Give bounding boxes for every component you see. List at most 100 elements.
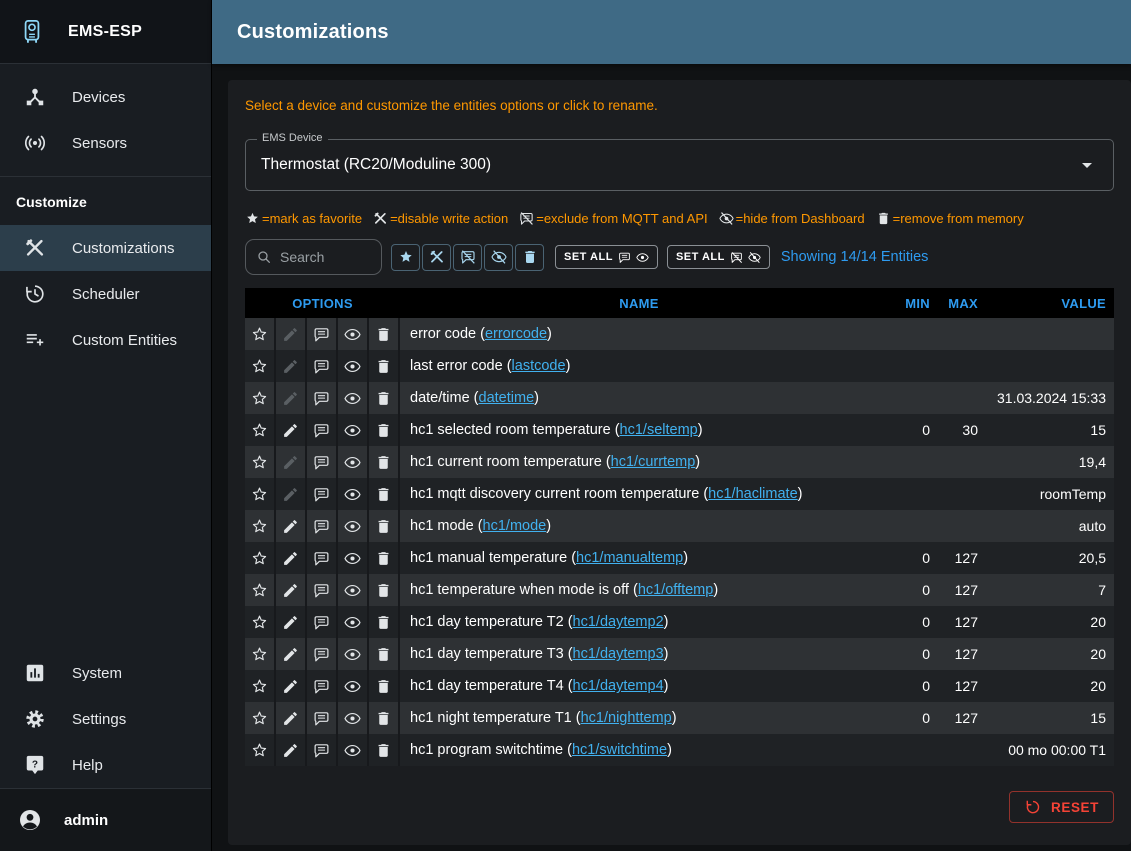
write-toggle[interactable] [276, 478, 307, 510]
write-toggle[interactable] [276, 414, 307, 446]
visibility-toggle[interactable] [338, 638, 369, 670]
entity-link[interactable]: hc1/switchtime [572, 742, 667, 758]
visibility-toggle[interactable] [338, 382, 369, 414]
delete-toggle[interactable] [369, 734, 400, 766]
entity-name[interactable]: error code (errorcode) [400, 326, 878, 342]
sidebar-item-settings[interactable]: Settings [0, 696, 211, 742]
write-toggle[interactable] [276, 446, 307, 478]
entity-name[interactable]: hc1 night temperature T1 (hc1/nighttemp) [400, 710, 878, 726]
entity-link[interactable]: hc1/offtemp [638, 582, 714, 598]
entity-name[interactable]: date/time (datetime) [400, 390, 878, 406]
mqtt-toggle[interactable] [307, 670, 338, 702]
entity-link[interactable]: datetime [479, 390, 535, 406]
favorite-toggle[interactable] [245, 446, 276, 478]
filter-favorite-button[interactable] [391, 244, 420, 271]
favorite-toggle[interactable] [245, 382, 276, 414]
sidebar-item-system[interactable]: System [0, 650, 211, 696]
entity-name[interactable]: last error code (lastcode) [400, 358, 878, 374]
delete-toggle[interactable] [369, 414, 400, 446]
delete-toggle[interactable] [369, 670, 400, 702]
write-toggle[interactable] [276, 734, 307, 766]
entity-link[interactable]: hc1/daytemp2 [573, 614, 664, 630]
sidebar-user-admin[interactable]: admin [0, 788, 211, 851]
entity-link[interactable]: errorcode [485, 326, 547, 342]
delete-toggle[interactable] [369, 350, 400, 382]
favorite-toggle[interactable] [245, 510, 276, 542]
mqtt-toggle[interactable] [307, 734, 338, 766]
write-toggle[interactable] [276, 574, 307, 606]
entity-link[interactable]: hc1/haclimate [708, 486, 797, 502]
sidebar-item-help[interactable]: Help [0, 742, 211, 788]
entity-name[interactable]: hc1 mode (hc1/mode) [400, 518, 878, 534]
entity-name[interactable]: hc1 day temperature T2 (hc1/daytemp2) [400, 614, 878, 630]
ems-device-select[interactable]: EMS Device Thermostat (RC20/Moduline 300… [245, 139, 1114, 191]
write-toggle[interactable] [276, 510, 307, 542]
visibility-toggle[interactable] [338, 574, 369, 606]
favorite-toggle[interactable] [245, 542, 276, 574]
filter-delete-button[interactable] [515, 244, 544, 271]
reset-button[interactable]: RESET [1009, 791, 1114, 823]
entity-name[interactable]: hc1 program switchtime (hc1/switchtime) [400, 742, 878, 758]
filter-write-button[interactable] [422, 244, 451, 271]
mqtt-toggle[interactable] [307, 318, 338, 350]
favorite-toggle[interactable] [245, 318, 276, 350]
entity-name[interactable]: hc1 day temperature T4 (hc1/daytemp4) [400, 678, 878, 694]
mqtt-toggle[interactable] [307, 382, 338, 414]
search-box[interactable] [245, 239, 382, 275]
filter-visibility-button[interactable] [484, 244, 513, 271]
delete-toggle[interactable] [369, 574, 400, 606]
mqtt-toggle[interactable] [307, 414, 338, 446]
search-input[interactable] [280, 249, 360, 265]
visibility-toggle[interactable] [338, 606, 369, 638]
delete-toggle[interactable] [369, 446, 400, 478]
entity-name[interactable]: hc1 current room temperature (hc1/currte… [400, 454, 878, 470]
visibility-toggle[interactable] [338, 734, 369, 766]
mqtt-toggle[interactable] [307, 606, 338, 638]
set-all-on-button[interactable]: SET ALL [555, 245, 658, 269]
mqtt-toggle[interactable] [307, 510, 338, 542]
visibility-toggle[interactable] [338, 510, 369, 542]
entity-name[interactable]: hc1 manual temperature (hc1/manualtemp) [400, 550, 878, 566]
entity-link[interactable]: hc1/nighttemp [581, 710, 672, 726]
write-toggle[interactable] [276, 542, 307, 574]
entity-link[interactable]: hc1/mode [483, 518, 547, 534]
entity-link[interactable]: hc1/currtemp [611, 454, 696, 470]
mqtt-toggle[interactable] [307, 478, 338, 510]
delete-toggle[interactable] [369, 542, 400, 574]
mqtt-toggle[interactable] [307, 350, 338, 382]
set-all-off-button[interactable]: SET ALL [667, 245, 770, 269]
filter-mqtt-button[interactable] [453, 244, 482, 271]
entity-link[interactable]: lastcode [512, 358, 566, 374]
write-toggle[interactable] [276, 670, 307, 702]
entity-name[interactable]: hc1 temperature when mode is off (hc1/of… [400, 582, 878, 598]
visibility-toggle[interactable] [338, 702, 369, 734]
favorite-toggle[interactable] [245, 638, 276, 670]
sidebar-item-scheduler[interactable]: Scheduler [0, 271, 211, 317]
entity-name[interactable]: hc1 day temperature T3 (hc1/daytemp3) [400, 646, 878, 662]
favorite-toggle[interactable] [245, 414, 276, 446]
write-toggle[interactable] [276, 702, 307, 734]
write-toggle[interactable] [276, 638, 307, 670]
visibility-toggle[interactable] [338, 542, 369, 574]
mqtt-toggle[interactable] [307, 446, 338, 478]
entity-link[interactable]: hc1/daytemp4 [573, 678, 664, 694]
favorite-toggle[interactable] [245, 350, 276, 382]
mqtt-toggle[interactable] [307, 542, 338, 574]
sidebar-item-customizations[interactable]: Customizations [0, 225, 211, 271]
favorite-toggle[interactable] [245, 478, 276, 510]
write-toggle[interactable] [276, 318, 307, 350]
favorite-toggle[interactable] [245, 670, 276, 702]
visibility-toggle[interactable] [338, 446, 369, 478]
delete-toggle[interactable] [369, 606, 400, 638]
delete-toggle[interactable] [369, 382, 400, 414]
favorite-toggle[interactable] [245, 734, 276, 766]
write-toggle[interactable] [276, 382, 307, 414]
mqtt-toggle[interactable] [307, 638, 338, 670]
sidebar-item-devices[interactable]: Devices [0, 74, 211, 120]
delete-toggle[interactable] [369, 638, 400, 670]
visibility-toggle[interactable] [338, 478, 369, 510]
visibility-toggle[interactable] [338, 318, 369, 350]
entity-link[interactable]: hc1/manualtemp [576, 550, 683, 566]
sidebar-item-sensors[interactable]: Sensors [0, 120, 211, 166]
mqtt-toggle[interactable] [307, 702, 338, 734]
